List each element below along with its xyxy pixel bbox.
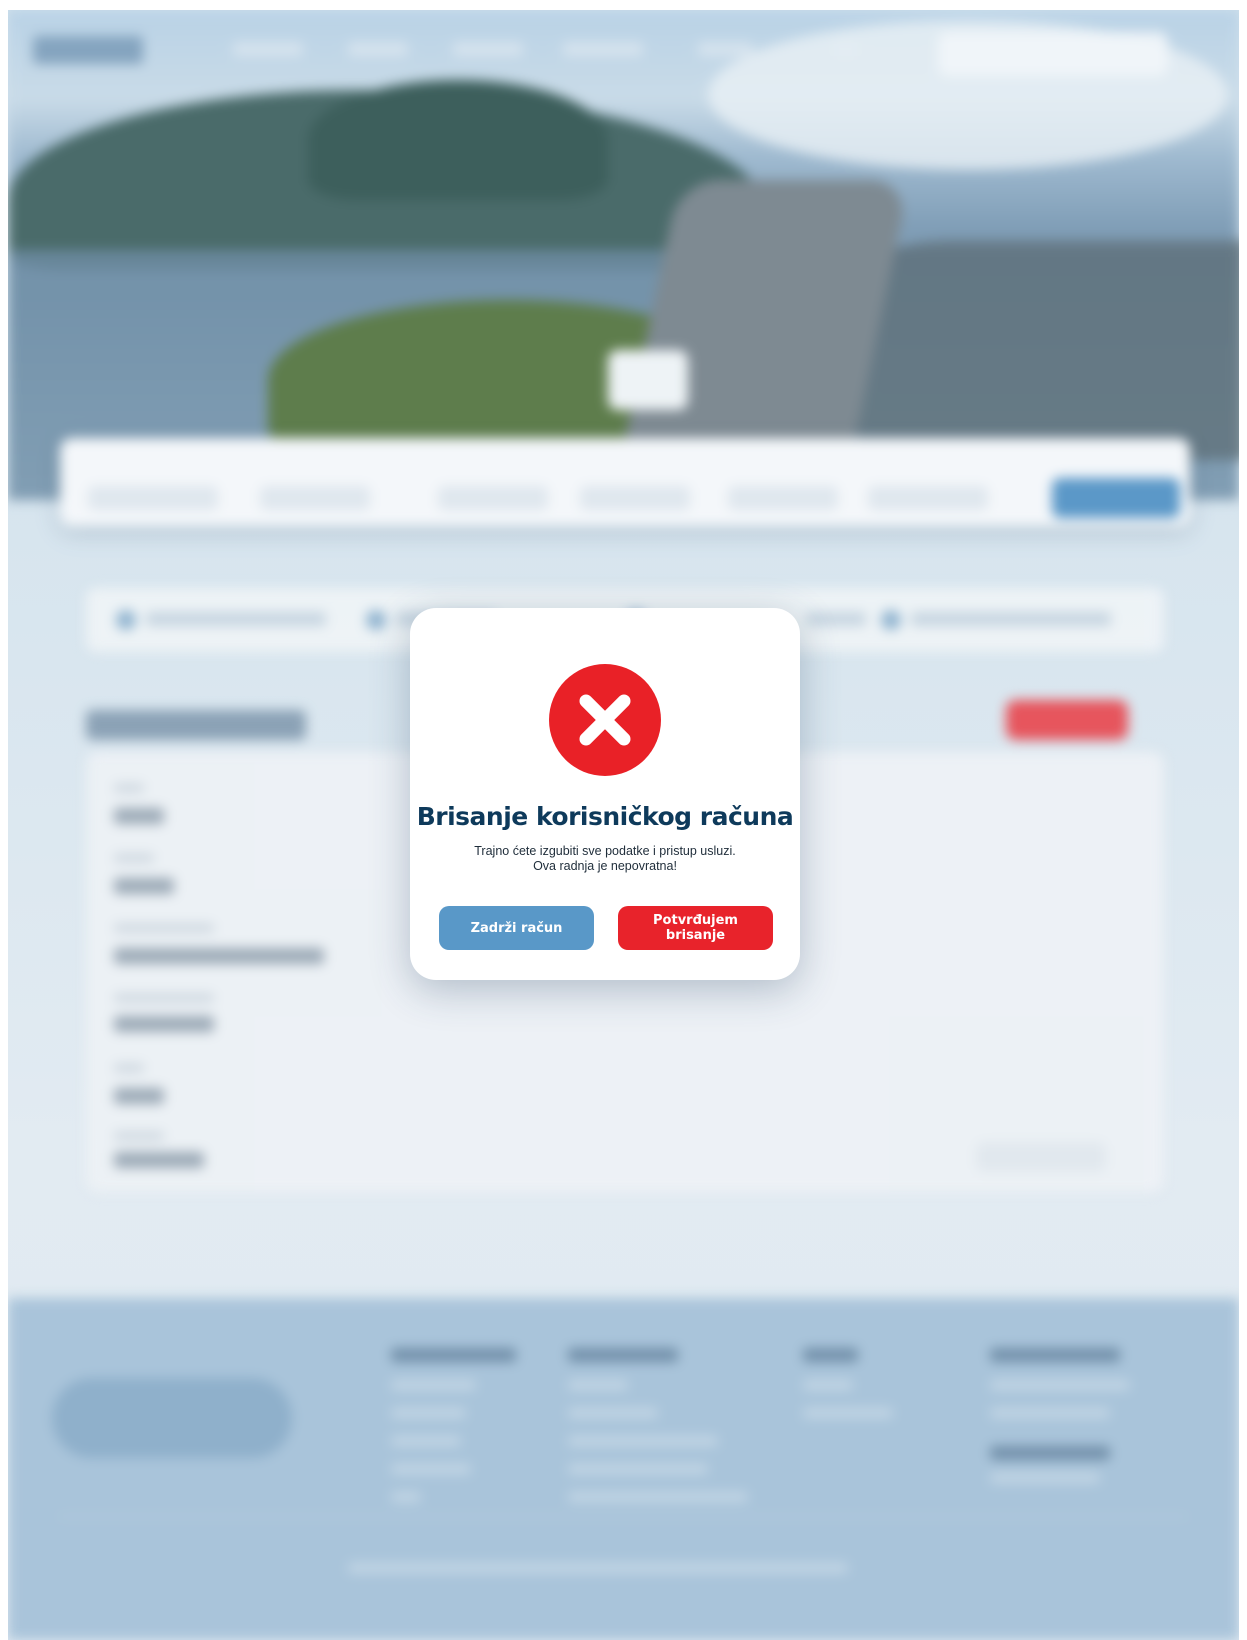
modal-message: Trajno ćete izgubiti sve podatke i prist… xyxy=(410,844,800,874)
close-icon xyxy=(549,664,661,776)
confirm-delete-button[interactable]: Potvrđujem brisanje xyxy=(618,906,773,950)
keep-account-button[interactable]: Zadrži račun xyxy=(439,906,594,950)
delete-account-modal: Brisanje korisničkog računa Trajno ćete … xyxy=(410,608,800,980)
modal-message-line: Trajno ćete izgubiti sve podatke i prist… xyxy=(474,844,736,858)
modal-message-line: Ova radnja je nepovratna! xyxy=(533,859,677,873)
modal-overlay: Brisanje korisničkog računa Trajno ćete … xyxy=(0,0,1247,1640)
modal-title: Brisanje korisničkog računa xyxy=(416,802,794,831)
